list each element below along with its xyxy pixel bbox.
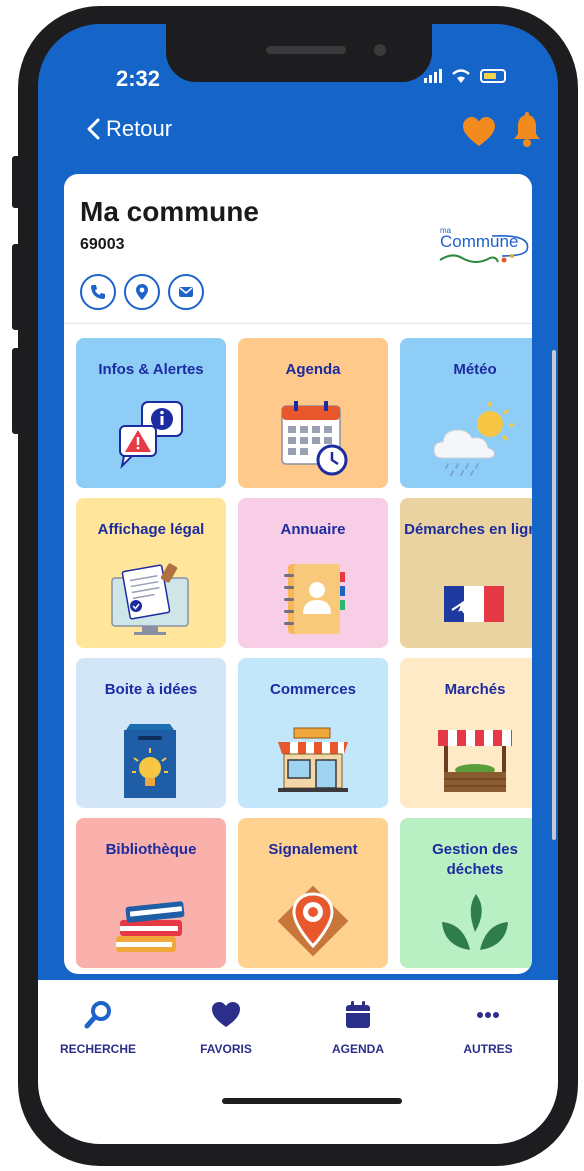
back-label: Retour [106,116,173,141]
weather-icon [433,402,514,476]
market-stall-icon [438,730,512,792]
favorites-heart-icon[interactable] [462,116,496,148]
more-icon [477,1012,499,1018]
camera [374,44,386,56]
tile-label: Boite à idées [104,681,198,698]
tile-label: Commerces [270,681,356,698]
report-pin-icon [277,885,349,957]
service-grid: Infos & Alertes Agenda Météo Affichage l… [76,338,532,974]
screen: 2:32 Retour Ma commune 69003 ma Commune … [38,24,558,1144]
alert-info-icon [119,401,183,470]
nav-favoris[interactable]: FAVORIS [166,1000,286,1057]
home-indicator[interactable] [222,1098,402,1104]
address-book-icon [284,564,345,634]
tile-label: Affichage légal [97,521,205,538]
tile-boite-a-idees[interactable]: Boite à idées [76,658,226,808]
back-button[interactable]: Retour [86,116,172,142]
volume-down-button [12,348,22,434]
tile-label: Agenda [285,361,341,378]
idea-box-icon [124,724,176,798]
contact-actions [80,274,204,310]
tile-gestion-des-dechets[interactable]: Gestion des déchets [400,818,532,968]
tile-marches[interactable]: Marchés [400,658,532,808]
scrollbar[interactable] [552,350,556,840]
bell-icon[interactable] [512,112,542,148]
status-time: 2:32 [116,66,161,91]
nav-label: RECHERCHE [59,1042,136,1056]
marianne-icon [444,586,504,622]
legal-document-icon [111,563,189,635]
search-icon [84,1001,111,1029]
nav-autres[interactable]: AUTRES [428,1000,548,1057]
nav-agenda[interactable]: AGENDA [298,1000,418,1057]
nav-label: FAVORIS [200,1042,252,1056]
books-icon [116,901,185,952]
tile-agenda[interactable]: Agenda [238,338,388,488]
nav-label: AGENDA [331,1042,384,1056]
email-button[interactable] [168,274,204,310]
shop-icon [278,727,348,792]
bottom-navigation: RECHERCHE FAVORIS AGENDA AUTRES [38,980,558,1144]
logo-swoosh [439,234,529,263]
battery-icon [480,69,506,83]
commune-logo: ma Commune [432,226,532,282]
nav-label: AUTRES [463,1042,513,1056]
location-button[interactable] [124,274,160,310]
commune-postcode: 69003 [80,236,125,253]
tile-label: Marchés [444,681,506,698]
envelope-icon [179,287,193,297]
tile-label: Gestion des déchets [432,841,518,878]
tile-meteo[interactable]: Météo [400,338,532,488]
location-pin-icon [136,284,148,300]
tile-annuaire[interactable]: Annuaire [238,498,388,648]
speaker [266,46,346,54]
tile-label: Météo [453,361,497,378]
tile-signalement[interactable]: Signalement [238,818,388,968]
mute-switch [12,156,22,208]
volume-up-button [12,244,22,330]
tile-label: Annuaire [280,521,346,538]
tile-label: Bibliothèque [105,841,197,858]
calendar-icon [346,1001,370,1028]
phone-icon [91,285,105,299]
tile-label: Signalement [268,841,358,858]
nav-recherche[interactable]: RECHERCHE [38,1000,158,1057]
tile-label: Infos & Alertes [98,361,204,378]
wifi-icon [452,69,470,83]
tile-bibliotheque[interactable]: Bibliothèque [76,818,226,968]
tile-demarches-en-ligne[interactable]: Démarches en ligne [400,498,532,648]
phone-button[interactable] [80,274,116,310]
signal-icon [424,69,442,83]
tile-infos-alertes[interactable]: Infos & Alertes [76,338,226,488]
heart-icon [212,1002,240,1027]
commune-card: Ma commune 69003 ma Commune Infos & Aler… [64,174,532,974]
commune-header: Ma commune 69003 ma Commune [64,174,532,324]
tile-label: Démarches en ligne [404,521,532,538]
commune-name: Ma commune [80,196,259,227]
tile-commerces[interactable]: Commerces [238,658,388,808]
tile-affichage-legal[interactable]: Affichage légal [76,498,226,648]
calendar-clock-icon [281,401,348,476]
notch [166,24,432,82]
chevron-left-icon [87,118,100,140]
status-icons [424,68,506,84]
leaves-icon [442,894,508,950]
